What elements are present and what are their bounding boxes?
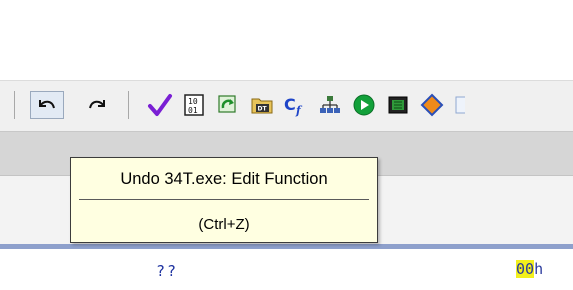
checkmark-icon (148, 94, 172, 116)
orange-diamond-icon (420, 93, 444, 117)
redo-arrow-icon (89, 100, 105, 109)
window-blank-area (0, 0, 573, 80)
svg-text:01: 01 (188, 106, 198, 115)
svg-text:DT: DT (258, 106, 268, 113)
overflow-button[interactable] (452, 91, 466, 119)
tree-hierarchy-icon (320, 96, 340, 113)
datatype-button[interactable]: DT (248, 91, 276, 119)
unknown-byte-value: ?? (156, 262, 179, 280)
check-button[interactable] (146, 91, 174, 119)
function-button[interactable]: C f (282, 91, 310, 119)
binary-button[interactable]: 10 01 (180, 91, 208, 119)
listing-row[interactable] (0, 249, 573, 290)
tooltip-title: Undo 34T.exe: Edit Function (120, 170, 328, 188)
dt-folder-icon: DT (251, 98, 273, 114)
tooltip-shortcut: (Ctrl+Z) (198, 216, 250, 233)
tooltip-divider (79, 199, 369, 200)
svg-text:10: 10 (188, 97, 198, 106)
svg-text:f: f (295, 104, 303, 117)
toolbar: 10 01 DT C f (0, 80, 573, 132)
undo-tooltip: Undo 34T.exe: Edit Function (Ctrl+Z) (70, 157, 378, 243)
undo-button[interactable] (30, 91, 64, 119)
redo-button[interactable] (80, 91, 114, 119)
partial-toolbar-icon (455, 96, 465, 114)
hex-suffix: h (534, 260, 544, 278)
toolbar-separator (14, 91, 15, 119)
hex-highlight: 00 (516, 260, 535, 278)
cf-function-icon: C f (284, 95, 303, 117)
undo-arrow-icon (39, 100, 55, 109)
run-button[interactable] (350, 91, 378, 119)
hex-value[interactable]: 00h (516, 260, 543, 278)
refresh-button[interactable] (214, 91, 242, 119)
toolbar-separator (128, 91, 129, 119)
green-play-icon (353, 94, 375, 116)
hierarchy-button[interactable] (316, 91, 344, 119)
chip-button[interactable] (384, 91, 412, 119)
binary-01-icon: 10 01 (184, 94, 204, 116)
svg-text:C: C (284, 95, 296, 114)
green-refresh-icon (218, 95, 236, 113)
memory-chip-icon (388, 96, 408, 114)
diamond-button[interactable] (418, 91, 446, 119)
